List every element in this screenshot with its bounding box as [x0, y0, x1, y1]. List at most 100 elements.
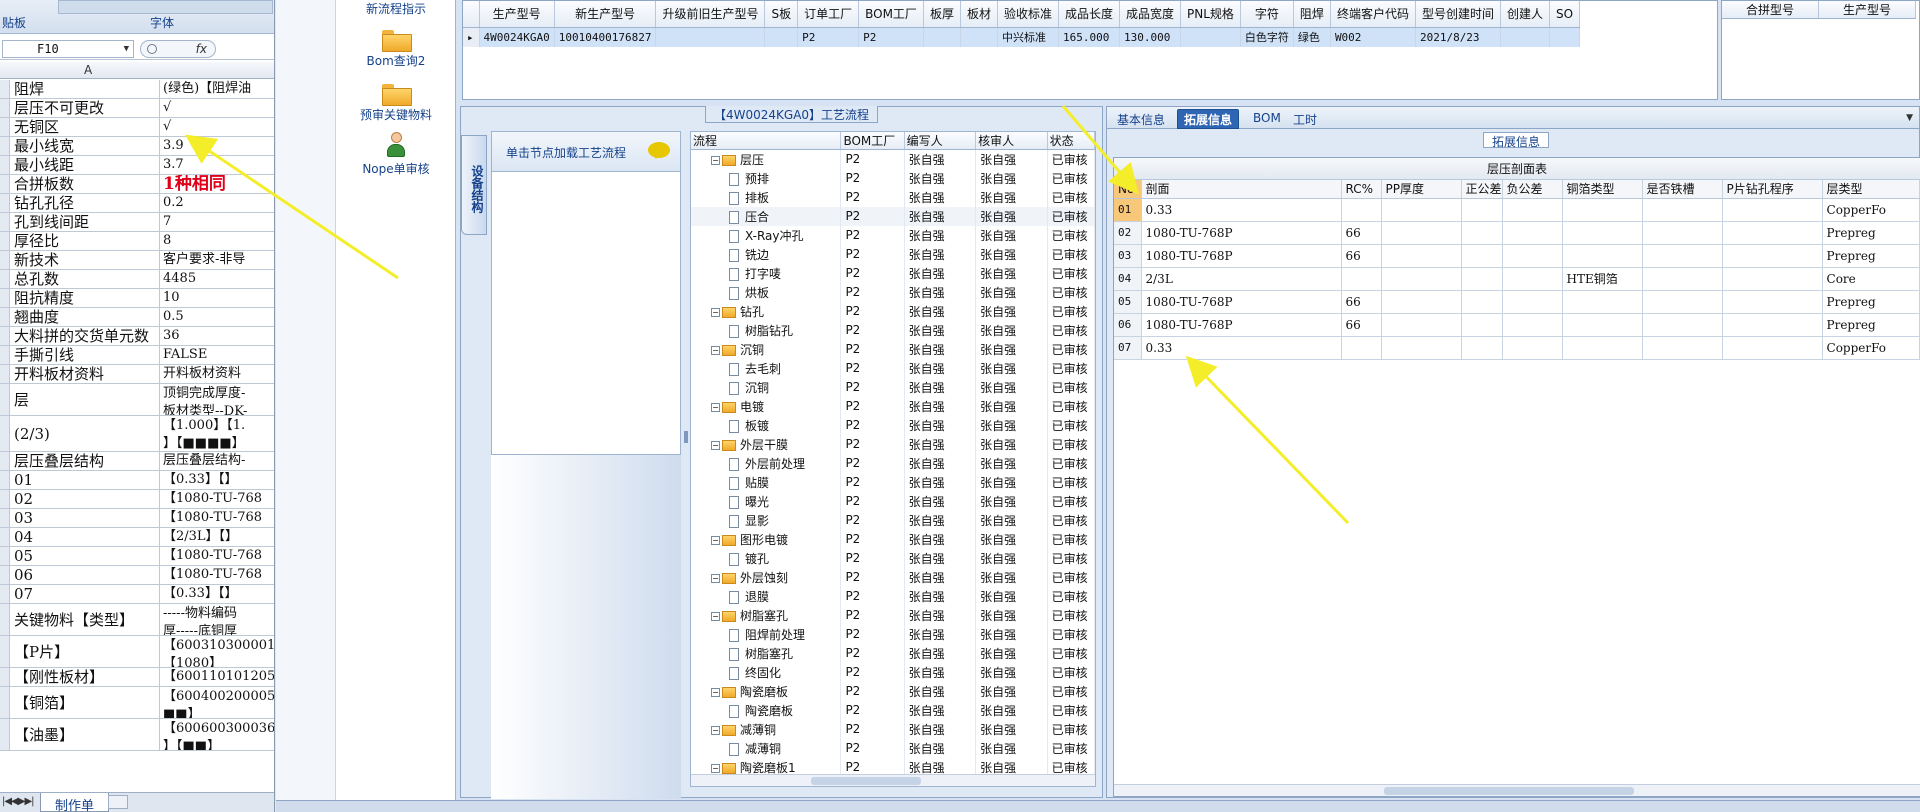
cell-a[interactable]: 手撕引线 [0, 346, 160, 364]
process-writer-cell[interactable]: 张自强 [904, 415, 977, 435]
process-writer-cell[interactable]: 张自强 [904, 187, 977, 207]
laminate-cell[interactable] [1562, 198, 1643, 222]
process-writer-cell[interactable]: 张自强 [904, 529, 977, 549]
nav-nope-review[interactable]: Nope单审核 [336, 130, 456, 177]
column-header[interactable]: 铜箔类型 [1562, 180, 1643, 199]
cell-b[interactable]: √ [161, 118, 274, 136]
laminate-cell[interactable] [1502, 221, 1563, 245]
process-name-cell[interactable]: 曝光 [691, 491, 842, 511]
chevron-down-icon[interactable]: ▼ [124, 44, 129, 54]
laminate-cell[interactable]: 2/3L [1141, 267, 1342, 291]
column-header[interactable]: SO [1549, 1, 1581, 28]
process-row[interactable]: 显影 P2 张自强 张自强 已审核 [691, 510, 1095, 530]
process-reviewer-cell[interactable]: 张自强 [975, 415, 1048, 435]
cell-b[interactable]: 【600310300001 【1080】 [161, 636, 274, 667]
cell-b[interactable]: √ [161, 99, 274, 117]
process-writer-cell[interactable]: 张自强 [904, 472, 977, 492]
cell-a[interactable]: 层压不可更改 [0, 99, 160, 117]
laminate-cell[interactable] [1381, 267, 1462, 291]
process-name-cell[interactable]: − 树脂塞孔 [691, 605, 842, 625]
process-row[interactable]: − 减薄铜 P2 张自强 张自强 已审核 [691, 719, 1095, 739]
process-row[interactable]: 铣边 P2 张自强 张自强 已审核 [691, 244, 1095, 264]
process-status-cell[interactable]: 已审核 [1047, 320, 1095, 340]
process-writer-cell[interactable]: 张自强 [904, 320, 977, 340]
laminate-cell[interactable] [1722, 313, 1823, 337]
laminate-cell[interactable]: 1080-TU-768P [1141, 221, 1342, 245]
equipment-structure-tab[interactable]: 设备结构 [461, 135, 487, 235]
laminate-cell[interactable] [1722, 290, 1823, 314]
nav-new-flow-indicator[interactable]: 新流程指示 [336, 0, 456, 17]
grid-cell[interactable]: 绿色 [1293, 27, 1331, 47]
grid-cell[interactable]: 2021/8/23 [1415, 27, 1501, 47]
column-header[interactable]: 是否铁槽 [1642, 180, 1723, 199]
laminate-cell[interactable] [1562, 313, 1643, 337]
column-header[interactable]: 生产型号 [1818, 1, 1917, 19]
process-writer-cell[interactable]: 张自强 [904, 377, 977, 397]
laminate-cell[interactable] [1722, 198, 1823, 222]
process-writer-cell[interactable]: 张自强 [904, 719, 977, 739]
process-reviewer-cell[interactable]: 张自强 [975, 263, 1048, 283]
column-header[interactable]: 升级前旧生产型号 [655, 1, 766, 28]
process-bom-cell[interactable]: P2 [840, 187, 905, 207]
process-writer-cell[interactable]: 张自强 [904, 396, 977, 416]
laminate-cell[interactable] [1642, 221, 1723, 245]
cell-a[interactable]: 最小线距 [0, 156, 160, 174]
process-bom-cell[interactable]: P2 [840, 168, 905, 188]
process-bom-cell[interactable]: P2 [840, 358, 905, 378]
process-bom-cell[interactable]: P2 [840, 149, 905, 169]
process-status-cell[interactable]: 已审核 [1047, 244, 1095, 264]
process-writer-cell[interactable]: 张自强 [904, 624, 977, 644]
cell-a[interactable]: 最小线宽 [0, 137, 160, 155]
process-name-cell[interactable]: 树脂塞孔 [691, 643, 842, 663]
process-reviewer-cell[interactable]: 张自强 [975, 434, 1048, 454]
process-bom-cell[interactable]: P2 [840, 244, 905, 264]
process-name-cell[interactable]: 外层前处理 [691, 453, 842, 473]
process-row[interactable]: 曝光 P2 张自强 张自强 已审核 [691, 491, 1095, 511]
cell-a[interactable]: 孔到线间距 [0, 213, 160, 231]
process-row[interactable]: 陶瓷磨板 P2 张自强 张自强 已审核 [691, 700, 1095, 720]
cell-b[interactable]: 7 [161, 213, 274, 231]
cell-a[interactable]: 大料拼的交货单元数 [0, 327, 160, 345]
process-row[interactable]: 减薄铜 P2 张自强 张自强 已审核 [691, 738, 1095, 758]
process-reviewer-cell[interactable]: 张自强 [975, 700, 1048, 720]
process-writer-cell[interactable]: 张自强 [904, 244, 977, 264]
grid-cell[interactable] [764, 27, 799, 47]
laminate-row[interactable]: 03 1080-TU-768P 66 Prepreg [1114, 244, 1920, 268]
process-bom-cell[interactable]: P2 [840, 415, 905, 435]
process-writer-cell[interactable]: 张自强 [904, 149, 977, 169]
process-row[interactable]: 板镀 P2 张自强 张自强 已审核 [691, 415, 1095, 435]
column-header[interactable]: 流程 [691, 132, 842, 150]
cell-a[interactable]: 钻孔孔径 [0, 194, 160, 212]
laminate-cell[interactable] [1502, 267, 1563, 291]
column-header[interactable]: 负公差 [1502, 180, 1563, 199]
laminate-cell[interactable] [1461, 198, 1503, 222]
column-header[interactable]: 板厚 [923, 1, 961, 28]
process-bom-cell[interactable]: P2 [840, 282, 905, 302]
process-writer-cell[interactable]: 张自强 [904, 662, 977, 682]
ribbon-group-font[interactable]: 字体 [150, 14, 174, 31]
collapse-icon[interactable]: − [711, 440, 720, 450]
process-bom-cell[interactable]: P2 [840, 700, 905, 720]
laminate-cell[interactable] [1502, 336, 1563, 360]
process-status-cell[interactable]: 已审核 [1047, 358, 1095, 378]
process-name-cell[interactable]: 终固化 [691, 662, 842, 682]
collapse-icon[interactable]: − [711, 155, 720, 165]
process-writer-cell[interactable]: 张自强 [904, 605, 977, 625]
grid-cell[interactable]: 4W0024KGA0 [479, 27, 555, 47]
laminate-cell[interactable] [1562, 221, 1643, 245]
process-name-cell[interactable]: 预排 [691, 168, 842, 188]
process-status-cell[interactable]: 已审核 [1047, 643, 1095, 663]
process-name-cell[interactable]: 烘板 [691, 282, 842, 302]
process-name-cell[interactable]: 贴膜 [691, 472, 842, 492]
process-reviewer-cell[interactable]: 张自强 [975, 738, 1048, 758]
process-writer-cell[interactable]: 张自强 [904, 738, 977, 758]
process-row[interactable]: − 层压 P2 张自强 张自强 已审核 [691, 149, 1095, 169]
process-bom-cell[interactable]: P2 [840, 643, 905, 663]
tab-work-hours[interactable]: 工时 [1287, 110, 1323, 129]
cell-a[interactable]: 合拼板数 [0, 175, 160, 193]
column-header[interactable]: 层类型 [1822, 180, 1920, 199]
process-status-cell[interactable]: 已审核 [1047, 472, 1095, 492]
process-name-cell[interactable]: − 外层干膜 [691, 434, 842, 454]
cell-b[interactable]: 【1080-TU-768 [161, 509, 274, 527]
process-reviewer-cell[interactable]: 张自强 [975, 719, 1048, 739]
